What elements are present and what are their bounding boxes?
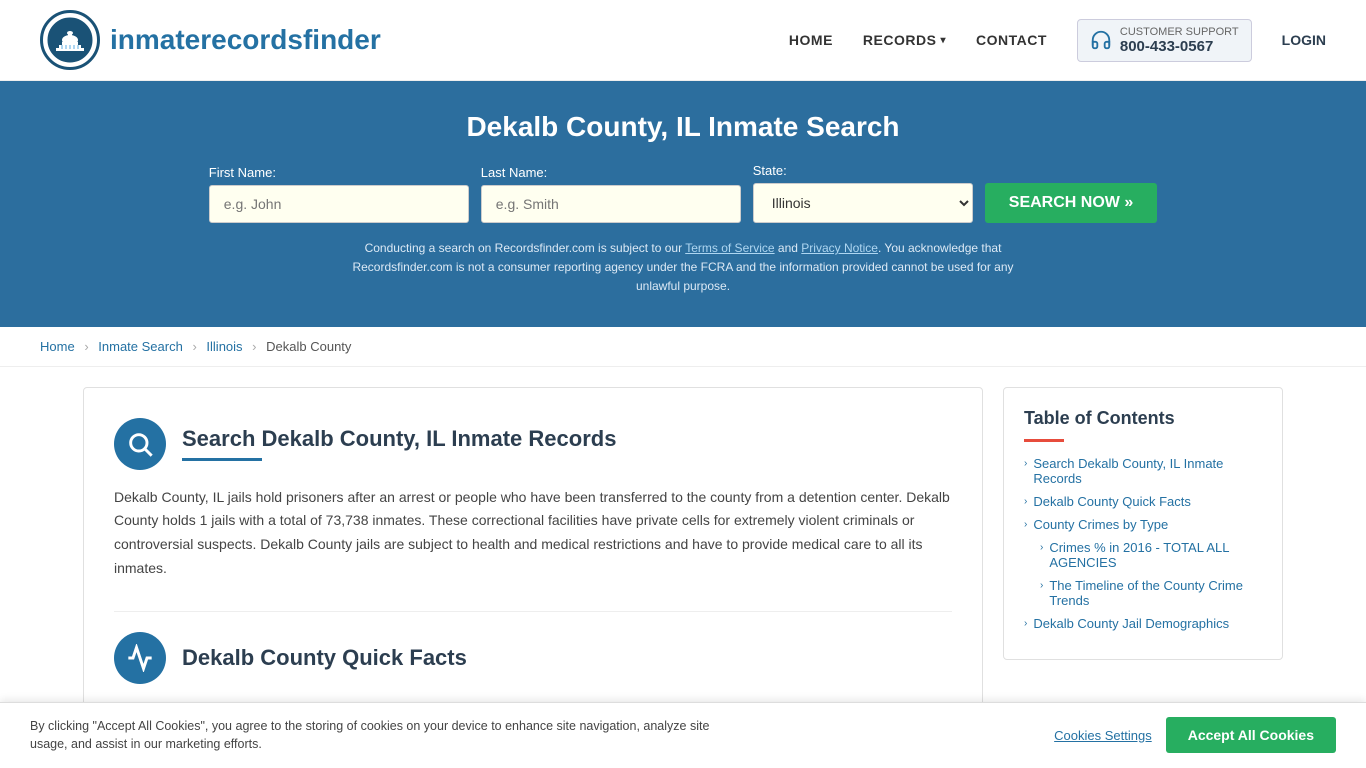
toc-chevron-2: › [1024,496,1027,507]
section1-title-block: Search Dekalb County, IL Inmate Records [182,426,616,461]
state-group: State: Illinois [753,163,973,223]
title-underline [182,458,262,461]
toc-chevron-1: › [1024,458,1027,469]
breadcrumb-inmate-search[interactable]: Inmate Search [98,339,183,354]
first-name-input[interactable] [209,185,469,223]
first-name-label: First Name: [209,165,469,180]
first-name-group: First Name: [209,165,469,223]
breadcrumb-county: Dekalb County [266,339,351,354]
toc-title: Table of Contents [1024,408,1262,429]
nav-contact[interactable]: CONTACT [976,32,1047,48]
support-info: CUSTOMER SUPPORT 800-433-0567 [1120,26,1239,55]
toc-chevron-3: › [1024,519,1027,530]
support-number: 800-433-0567 [1120,38,1239,55]
toc-item-3: › County Crimes by Type [1024,517,1262,532]
hero-title: Dekalb County, IL Inmate Search [40,111,1326,143]
cookie-settings-button[interactable]: Cookies Settings [1054,728,1152,743]
toc-divider [1024,439,1064,442]
toc-link-1[interactable]: › Search Dekalb County, IL Inmate Record… [1024,456,1262,486]
search-form: First Name: Last Name: State: Illinois S… [40,163,1326,223]
state-label: State: [753,163,973,178]
sidebar: Table of Contents › Search Dekalb County… [1003,387,1283,660]
breadcrumb-sep-3: › [252,339,256,354]
cookie-banner: By clicking "Accept All Cookies", you ag… [0,702,1366,768]
logo-text-accent: finder [303,24,381,55]
breadcrumb-sep-1: › [84,339,88,354]
logo-area: inmaterecordsfinder [40,10,381,70]
toc-chevron-6: › [1024,618,1027,629]
search-icon-circle [114,418,166,470]
last-name-input[interactable] [481,185,741,223]
logo-text: inmaterecordsfinder [110,24,381,56]
cookie-accept-button[interactable]: Accept All Cookies [1166,717,1336,753]
main-content: Search Dekalb County, IL Inmate Records … [43,387,1323,715]
toc-link-4[interactable]: › Crimes % in 2016 - TOTAL ALL AGENCIES [1040,540,1262,570]
site-header: inmaterecordsfinder HOME RECORDS ▾ CONTA… [0,0,1366,81]
toc-item-5: › The Timeline of the County Crime Trend… [1024,578,1262,608]
cookie-text: By clicking "Accept All Cookies", you ag… [30,717,730,755]
headphone-icon [1090,29,1112,51]
logo-text-main: inmaterecords [110,24,303,55]
logo-icon [40,10,100,70]
hero-disclaimer: Conducting a search on Recordsfinder.com… [333,239,1033,297]
toc-link-5[interactable]: › The Timeline of the County Crime Trend… [1040,578,1262,608]
toc-link-3[interactable]: › County Crimes by Type [1024,517,1262,532]
support-label: CUSTOMER SUPPORT [1120,26,1239,38]
nav-records[interactable]: RECORDS ▾ [863,32,946,48]
section2-icon [114,632,166,684]
breadcrumb-state[interactable]: Illinois [206,339,242,354]
toc-chevron-4: › [1040,542,1043,553]
toc-link-6[interactable]: › Dekalb County Jail Demographics [1024,616,1262,631]
last-name-group: Last Name: [481,165,741,223]
toc-item-6: › Dekalb County Jail Demographics [1024,616,1262,631]
magnifier-icon [126,430,154,458]
section1-header: Search Dekalb County, IL Inmate Records [114,418,952,470]
toc-item-4: › Crimes % in 2016 - TOTAL ALL AGENCIES [1024,540,1262,570]
section1-title: Search Dekalb County, IL Inmate Records [182,426,616,452]
search-button[interactable]: SEARCH NOW » [985,183,1157,223]
section1-body: Dekalb County, IL jails hold prisoners a… [114,486,952,581]
tos-link[interactable]: Terms of Service [685,241,774,255]
toc-list: › Search Dekalb County, IL Inmate Record… [1024,456,1262,631]
hero-section: Dekalb County, IL Inmate Search First Na… [0,81,1366,327]
main-nav: HOME RECORDS ▾ CONTACT CUSTOMER SUPPORT … [789,19,1326,62]
chart-icon [126,644,154,672]
toc-link-2[interactable]: › Dekalb County Quick Facts [1024,494,1262,509]
breadcrumb-sep-2: › [192,339,196,354]
breadcrumb-home[interactable]: Home [40,339,75,354]
cookie-buttons: Cookies Settings Accept All Cookies [1054,717,1336,753]
nav-home[interactable]: HOME [789,32,833,48]
toc-chevron-5: › [1040,580,1043,591]
last-name-label: Last Name: [481,165,741,180]
chevron-down-icon: ▾ [940,35,946,46]
state-select[interactable]: Illinois [753,183,973,223]
toc-item-2: › Dekalb County Quick Facts [1024,494,1262,509]
section2-title: Dekalb County Quick Facts [182,645,467,671]
privacy-link[interactable]: Privacy Notice [801,241,878,255]
nav-login[interactable]: LOGIN [1282,32,1326,48]
section2-header: Dekalb County Quick Facts [114,632,952,684]
toc-item-1: › Search Dekalb County, IL Inmate Record… [1024,456,1262,486]
breadcrumb: Home › Inmate Search › Illinois › Dekalb… [0,327,1366,367]
section2: Dekalb County Quick Facts [114,611,952,684]
content-left: Search Dekalb County, IL Inmate Records … [83,387,983,715]
customer-support: CUSTOMER SUPPORT 800-433-0567 [1077,19,1252,62]
